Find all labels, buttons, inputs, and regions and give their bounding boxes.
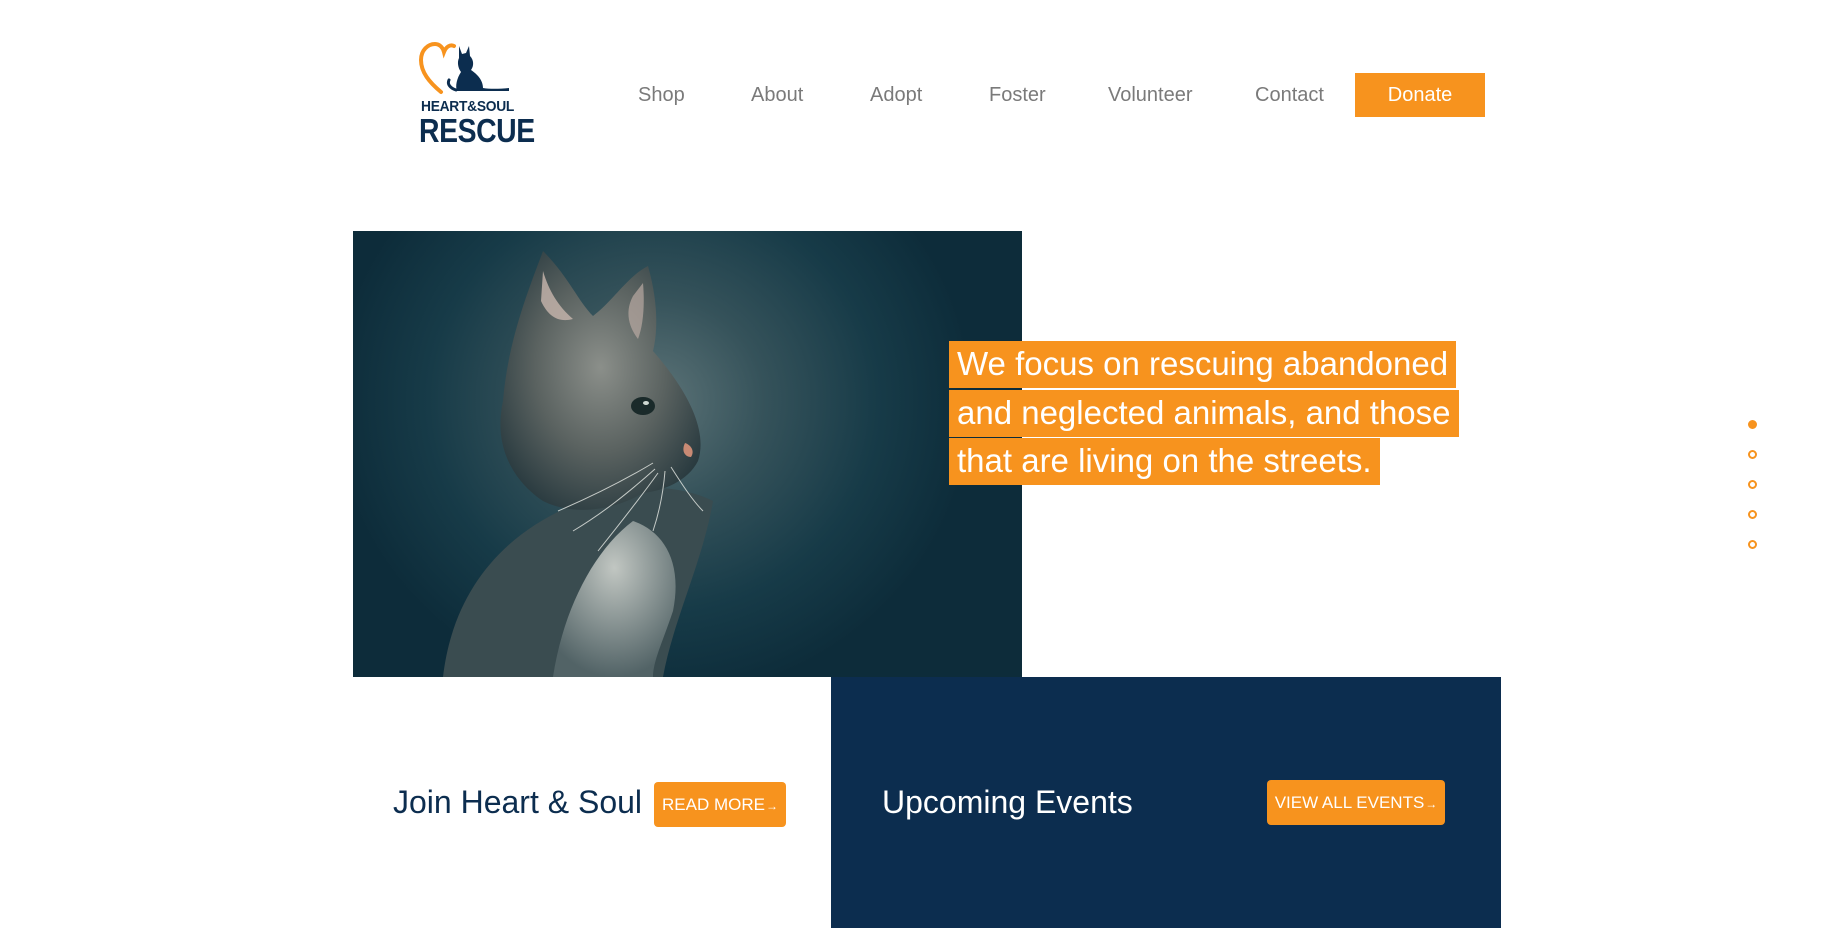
heart-cat-logo-icon bbox=[419, 41, 509, 94]
slide-dot-5[interactable] bbox=[1748, 540, 1757, 549]
read-more-button[interactable]: READ MORE→ bbox=[654, 782, 786, 827]
slide-dot-4[interactable] bbox=[1748, 510, 1757, 519]
nav-volunteer[interactable]: Volunteer bbox=[1108, 73, 1193, 117]
nav-about[interactable]: About bbox=[751, 73, 803, 117]
view-all-events-button[interactable]: VIEW ALL EVENTS→ bbox=[1267, 780, 1445, 825]
arrow-right-icon: → bbox=[1425, 797, 1438, 811]
read-more-label: READ MORE bbox=[662, 795, 765, 814]
arrow-right-icon: → bbox=[765, 799, 778, 813]
cat-photo-icon bbox=[443, 251, 713, 677]
donate-button[interactable]: Donate bbox=[1355, 73, 1485, 117]
hero-tagline: We focus on rescuing abandoned and negle… bbox=[949, 340, 1459, 486]
logo-wordmark-bottom: RESCUE bbox=[419, 112, 535, 149]
view-all-events-label: VIEW ALL EVENTS bbox=[1274, 793, 1425, 812]
nav-adopt[interactable]: Adopt bbox=[870, 73, 922, 117]
hero-tagline-text: We focus on rescuing abandoned and negle… bbox=[949, 341, 1459, 485]
events-heading: Upcoming Events bbox=[882, 784, 1133, 820]
nav-foster[interactable]: Foster bbox=[989, 73, 1046, 117]
nav-shop[interactable]: Shop bbox=[638, 73, 685, 117]
hero-cat-image bbox=[353, 231, 1022, 677]
slide-dot-3[interactable] bbox=[1748, 480, 1757, 489]
site-logo[interactable]: HEART&SOUL RESCUE bbox=[419, 40, 535, 152]
slide-dot-1[interactable] bbox=[1748, 420, 1757, 429]
slide-dot-2[interactable] bbox=[1748, 450, 1757, 459]
page: HEART&SOUL RESCUE Shop About Adopt Foste… bbox=[0, 0, 1841, 928]
nav-contact[interactable]: Contact bbox=[1255, 73, 1324, 117]
join-heading: Join Heart & Soul bbox=[393, 784, 643, 820]
